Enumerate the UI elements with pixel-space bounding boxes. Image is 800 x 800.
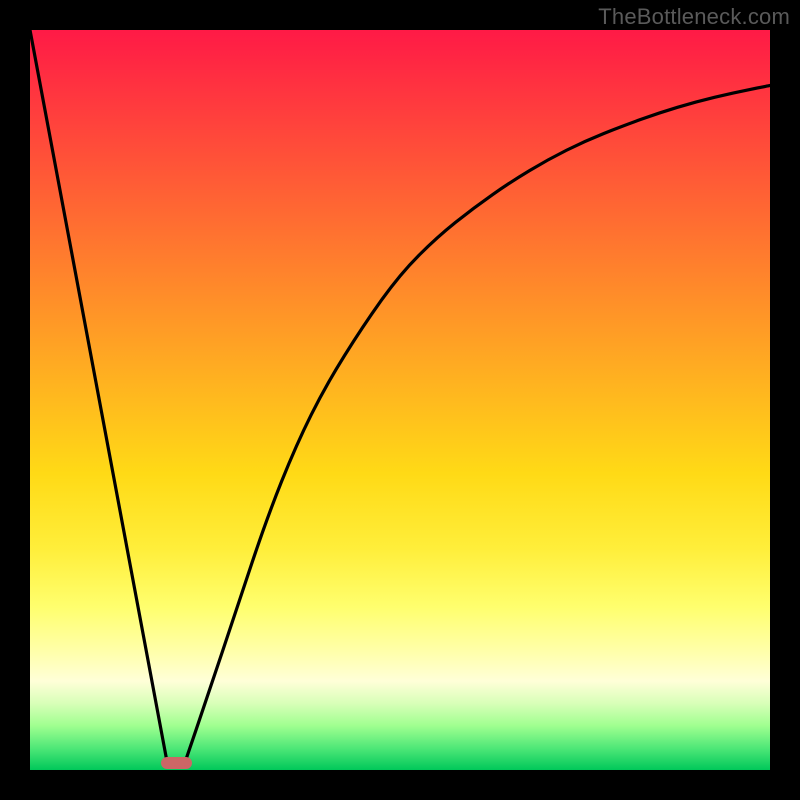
minimum-marker <box>161 757 192 769</box>
watermark-text: TheBottleneck.com <box>598 4 790 30</box>
chart-container: TheBottleneck.com <box>0 0 800 800</box>
plot-background <box>30 30 770 770</box>
